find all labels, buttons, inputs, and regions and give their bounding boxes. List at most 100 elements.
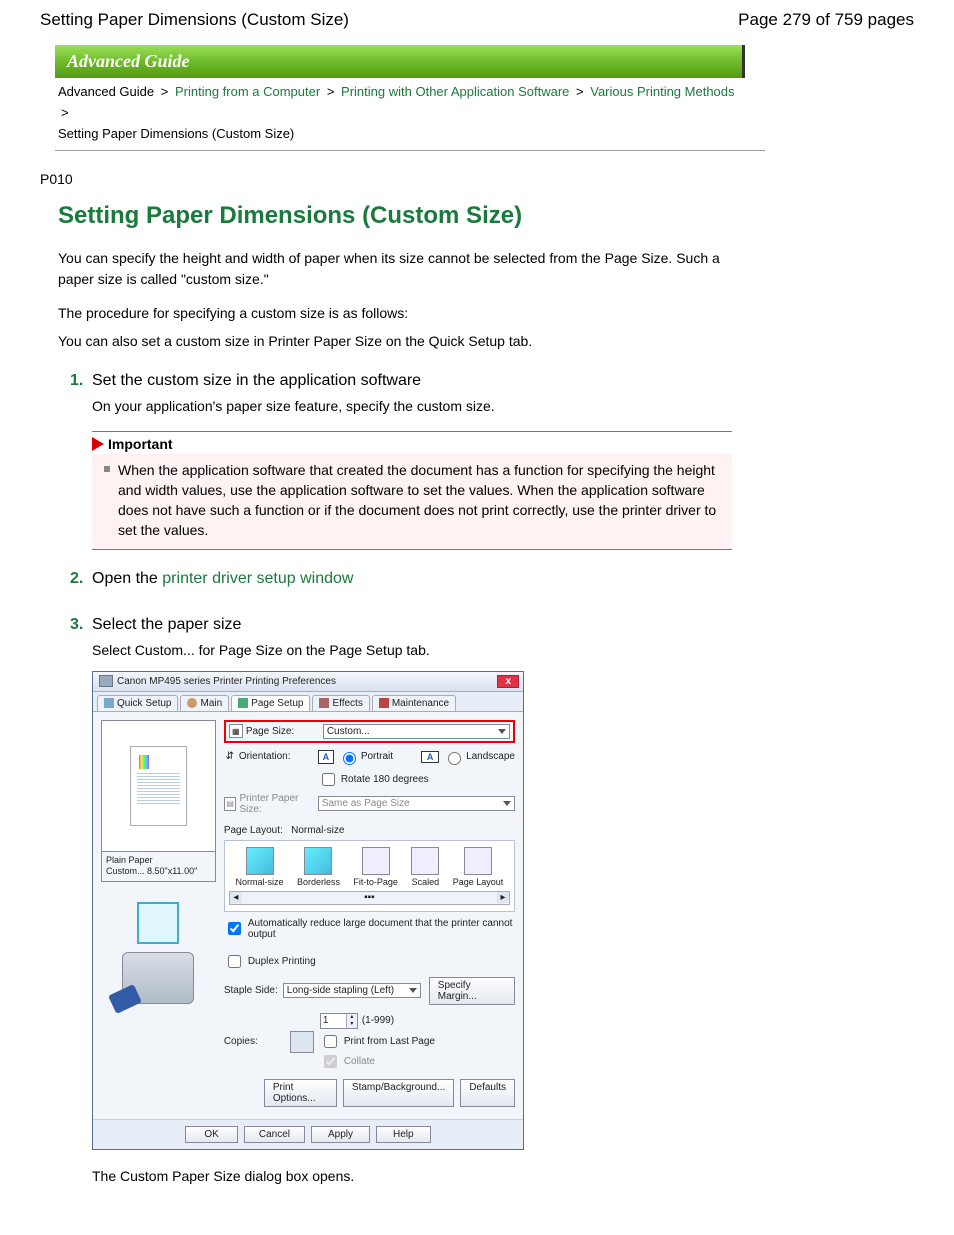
landscape-radio[interactable]: Landscape (443, 749, 515, 765)
main-icon (187, 698, 197, 708)
print-last-label: Print from Last Page (344, 1036, 435, 1047)
close-button[interactable]: x (497, 675, 519, 688)
layout-borderless[interactable]: Borderless (297, 847, 340, 887)
layout-scrollbar[interactable]: ◂▪▪▪▸ (229, 891, 510, 905)
printer-paper-value: Same as Page Size (322, 798, 410, 809)
tab-maintenance[interactable]: Maintenance (372, 695, 456, 711)
staple-value: Long-side stapling (Left) (287, 985, 394, 996)
duplex-checkbox[interactable] (228, 955, 241, 968)
defaults-button[interactable]: Defaults (460, 1079, 515, 1107)
breadcrumb-root: Advanced Guide (58, 84, 154, 99)
important-box: Important When the application software … (92, 431, 732, 550)
layout-pagelayout[interactable]: Page Layout (453, 847, 504, 887)
important-text: When the application software that creat… (118, 460, 726, 541)
auto-reduce-checkbox[interactable] (228, 922, 241, 935)
tab-quick-setup[interactable]: Quick Setup (97, 695, 178, 711)
layout-picker: Normal-size Borderless Fit-to-Page Scale… (224, 840, 515, 912)
main-title: Setting Paper Dimensions (Custom Size) (58, 202, 914, 230)
breadcrumb-link-3[interactable]: Various Printing Methods (590, 84, 734, 99)
print-options-button[interactable]: Print Options... (264, 1079, 337, 1107)
staple-dropdown[interactable]: Long-side stapling (Left) (283, 983, 421, 998)
page-layout-label: Page Layout: (224, 825, 283, 836)
tab-page-setup[interactable]: Page Setup (231, 695, 310, 711)
page-size-label: Page Size: (246, 726, 294, 737)
copies-icon (290, 1031, 314, 1053)
tab-label: Main (200, 698, 222, 709)
help-button[interactable]: Help (376, 1126, 431, 1143)
page-layout-value: Normal-size (291, 825, 344, 836)
stamp-bg-button[interactable]: Stamp/Background... (343, 1079, 454, 1107)
apply-button[interactable]: Apply (311, 1126, 370, 1143)
intro-1: You can specify the height and width of … (58, 248, 738, 289)
ok-button[interactable]: OK (185, 1126, 237, 1143)
layout-fit[interactable]: Fit-to-Page (353, 847, 398, 887)
intro-3: You can also set a custom size in Printe… (58, 331, 738, 351)
page-size-dropdown[interactable]: Custom... (323, 724, 510, 739)
collate-label: Collate (344, 1056, 375, 1067)
layout-label: Page Layout (453, 877, 504, 887)
breadcrumb: Advanced Guide > Printing from a Compute… (58, 82, 748, 144)
breadcrumb-sep: > (576, 84, 584, 99)
spinner-down-icon[interactable]: ▾ (346, 1021, 357, 1028)
copies-range: (1-999) (362, 1015, 394, 1026)
chevron-down-icon (409, 988, 417, 993)
print-last-checkbox[interactable] (324, 1035, 337, 1048)
specify-margin-button[interactable]: Specify Margin... (429, 977, 515, 1005)
tab-label: Page Setup (251, 698, 303, 709)
step-3-sub: Select Custom... for Page Size on the Pa… (92, 640, 742, 661)
maintenance-icon (379, 698, 389, 708)
step-1-number: 1. (70, 372, 92, 390)
auto-reduce-label: Automatically reduce large document that… (248, 918, 515, 940)
spinner-up-icon[interactable]: ▴ (346, 1014, 357, 1021)
dialog-tabs: Quick Setup Main Page Setup Effects Main… (93, 692, 523, 712)
printer-driver-link[interactable]: printer driver setup window (162, 570, 353, 587)
chevron-down-icon (498, 729, 506, 734)
printer-illustration (101, 902, 216, 1022)
breadcrumb-sep: > (161, 84, 169, 99)
copies-value: 1 (321, 1014, 346, 1028)
page-size-value: Custom... (327, 726, 370, 737)
scroll-left-icon[interactable]: ◂ (230, 892, 242, 903)
breadcrumb-current: Setting Paper Dimensions (Custom Size) (58, 126, 294, 141)
effects-icon (319, 698, 329, 708)
portrait-radio[interactable]: Portrait (338, 749, 393, 765)
layout-label: Fit-to-Page (353, 877, 398, 887)
guide-banner: Advanced Guide (55, 45, 745, 78)
printer-paper-icon: ▤ (224, 797, 237, 811)
layout-scaled[interactable]: Scaled (411, 847, 439, 887)
tab-label: Effects (332, 698, 362, 709)
portrait-label: Portrait (361, 751, 393, 762)
preview-media: Plain Paper (106, 855, 211, 867)
breadcrumb-sep: > (61, 105, 69, 120)
collate-checkbox (324, 1055, 337, 1068)
rotate-checkbox[interactable] (322, 773, 335, 786)
bullet-icon (104, 466, 110, 472)
rotate-label: Rotate 180 degrees (341, 774, 429, 785)
tab-effects[interactable]: Effects (312, 695, 369, 711)
staple-label: Staple Side: (224, 985, 278, 996)
page-indicator: Page 279 of 759 pages (738, 10, 914, 30)
breadcrumb-link-1[interactable]: Printing from a Computer (175, 84, 320, 99)
tab-main[interactable]: Main (180, 695, 229, 711)
after-dialog-text: The Custom Paper Size dialog box opens. (92, 1168, 914, 1184)
important-heading: Important (108, 436, 173, 452)
breadcrumb-sep: > (327, 84, 335, 99)
printer-paper-dropdown[interactable]: Same as Page Size (318, 796, 515, 811)
printer-paper-label: Printer Paper Size: (239, 793, 313, 815)
step-2-number: 2. (70, 570, 92, 588)
scroll-right-icon[interactable]: ▸ (497, 892, 509, 903)
copies-label: Copies: (224, 1036, 258, 1047)
preview-info: Plain Paper Custom... 8.50"x11.00" (101, 852, 216, 882)
landscape-icon: A (421, 751, 439, 763)
chevron-down-icon (503, 801, 511, 806)
portrait-icon: A (318, 750, 334, 764)
orientation-label: Orientation: (239, 751, 291, 762)
copies-spinner[interactable]: 1▴▾ (320, 1013, 358, 1029)
cancel-button[interactable]: Cancel (244, 1126, 305, 1143)
step-1-title: Set the custom size in the application s… (92, 372, 421, 390)
print-preferences-dialog: Canon MP495 series Printer Printing Pref… (92, 671, 524, 1150)
important-arrow-icon (92, 437, 104, 451)
breadcrumb-link-2[interactable]: Printing with Other Application Software (341, 84, 569, 99)
layout-label: Normal-size (236, 877, 284, 887)
layout-normal[interactable]: Normal-size (236, 847, 284, 887)
